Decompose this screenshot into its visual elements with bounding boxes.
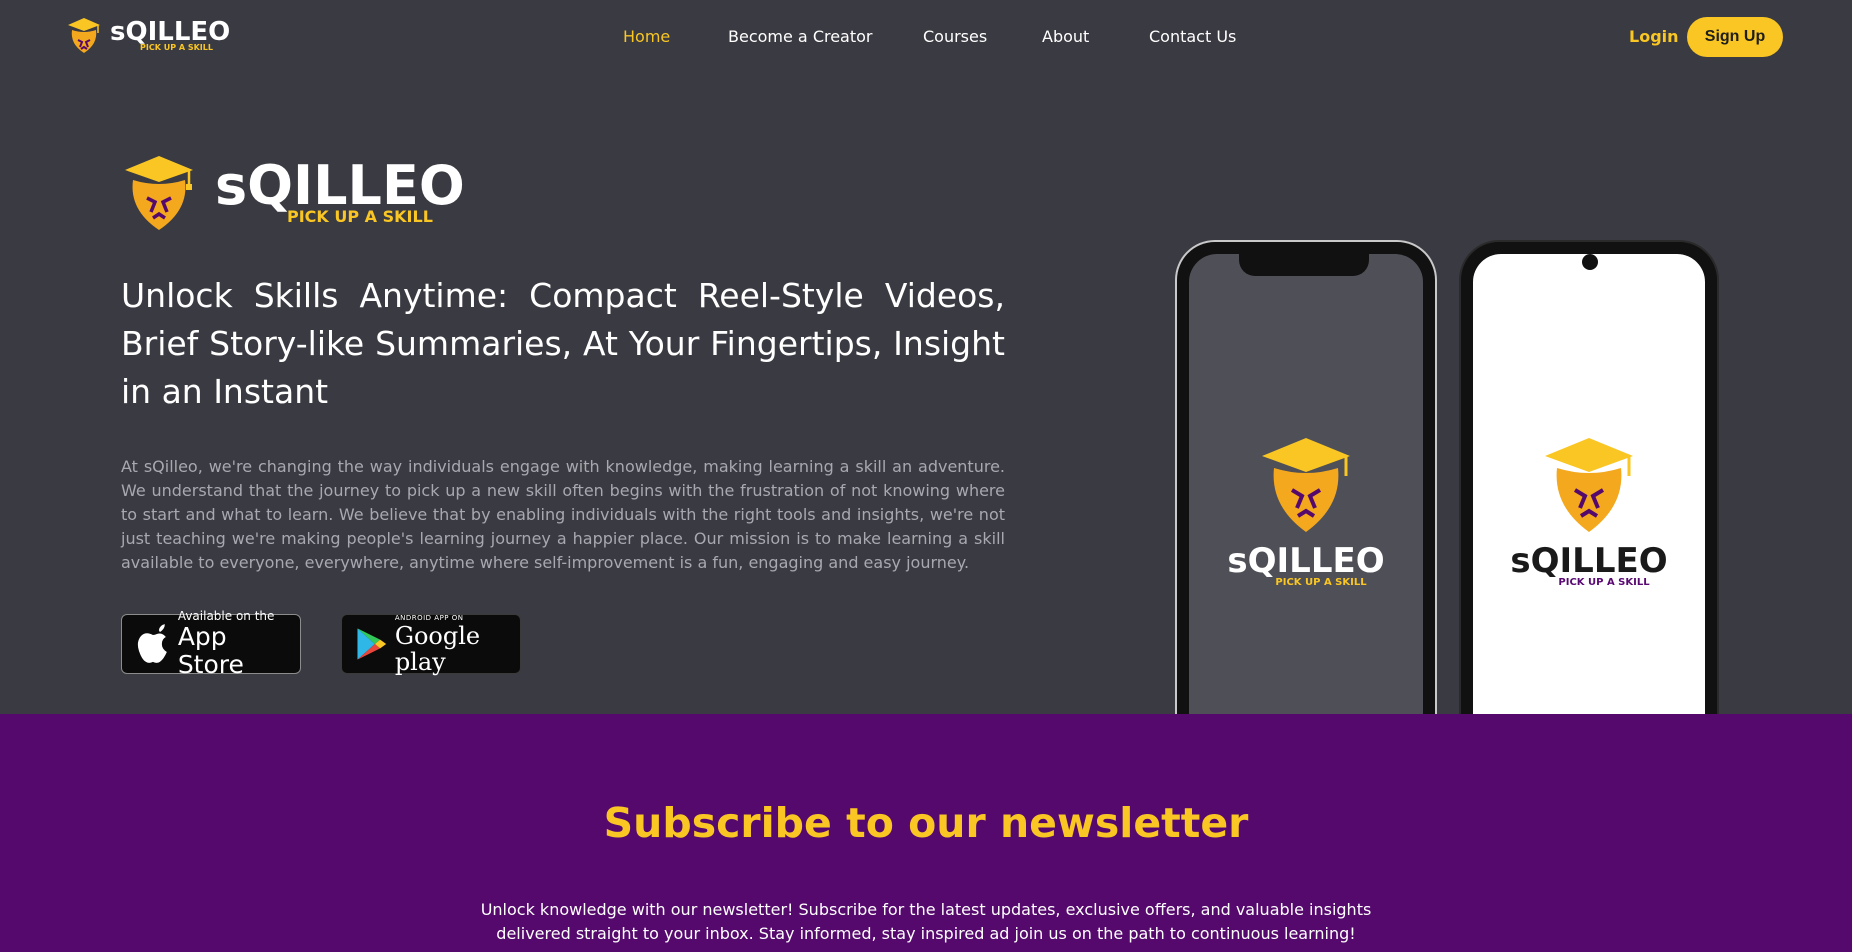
phone-tagline: PICK UP A SKILL (1275, 577, 1367, 588)
phone-wordmark: sQILLEO (1227, 541, 1385, 581)
phone-tagline: PICK UP A SKILL (1558, 577, 1650, 588)
google-play-label: Google play (394, 622, 481, 676)
nav-become-a-creator[interactable]: Become a Creator (728, 27, 873, 46)
newsletter-text: Unlock knowledge with our newsletter! Su… (480, 900, 1372, 943)
newsletter-title: Subscribe to our newsletter (603, 799, 1249, 847)
login-link[interactable]: Login (1629, 27, 1679, 46)
hero-description: At sQilleo, we're changing the way indiv… (121, 457, 1005, 572)
newsletter-section: Subscribe to our newsletter Unlock knowl… (0, 714, 1852, 952)
app-store-button[interactable]: Available on the App Store (121, 609, 301, 679)
phone-wordmark: sQILLEO (1510, 541, 1668, 581)
lion-logo-icon (1545, 438, 1633, 532)
phone-mockup-light: sQILLEO PICK UP A SKILL (1459, 240, 1719, 720)
google-play-icon (357, 628, 387, 660)
apple-icon (137, 624, 167, 663)
site-header: sQILLEO PICK UP A SKILL Home Become a Cr… (0, 0, 1852, 76)
phone-mockup-dark: sQILLEO PICK UP A SKILL (1175, 240, 1437, 720)
hero-logo: sQILLEO PICK UP A SKILL (121, 152, 465, 232)
app-store-label: App Store (177, 622, 244, 679)
hero-wordmark: sQILLEO (215, 154, 465, 217)
phone-camera (1582, 254, 1598, 270)
app-store-small-label: Available on the (177, 609, 275, 623)
nav-courses[interactable]: Courses (923, 27, 987, 46)
nav-about[interactable]: About (1042, 27, 1089, 46)
lion-logo-icon (125, 156, 193, 230)
main-nav: Home Become a Creator Courses About Cont… (0, 27, 1852, 51)
hero-headline: Unlock Skills Anytime: Compact Reel-Styl… (121, 276, 1005, 411)
phone-notch (1239, 252, 1369, 276)
google-play-button[interactable]: ANDROID APP ON Google play (341, 614, 521, 676)
phone-screen-light: sQILLEO PICK UP A SKILL (1473, 254, 1705, 720)
nav-contact-us[interactable]: Contact Us (1149, 27, 1236, 46)
signup-button[interactable]: Sign Up (1687, 17, 1783, 57)
phone-screen-dark: sQILLEO PICK UP A SKILL (1189, 254, 1423, 720)
nav-home[interactable]: Home (623, 27, 670, 46)
lion-logo-icon (1262, 438, 1350, 532)
